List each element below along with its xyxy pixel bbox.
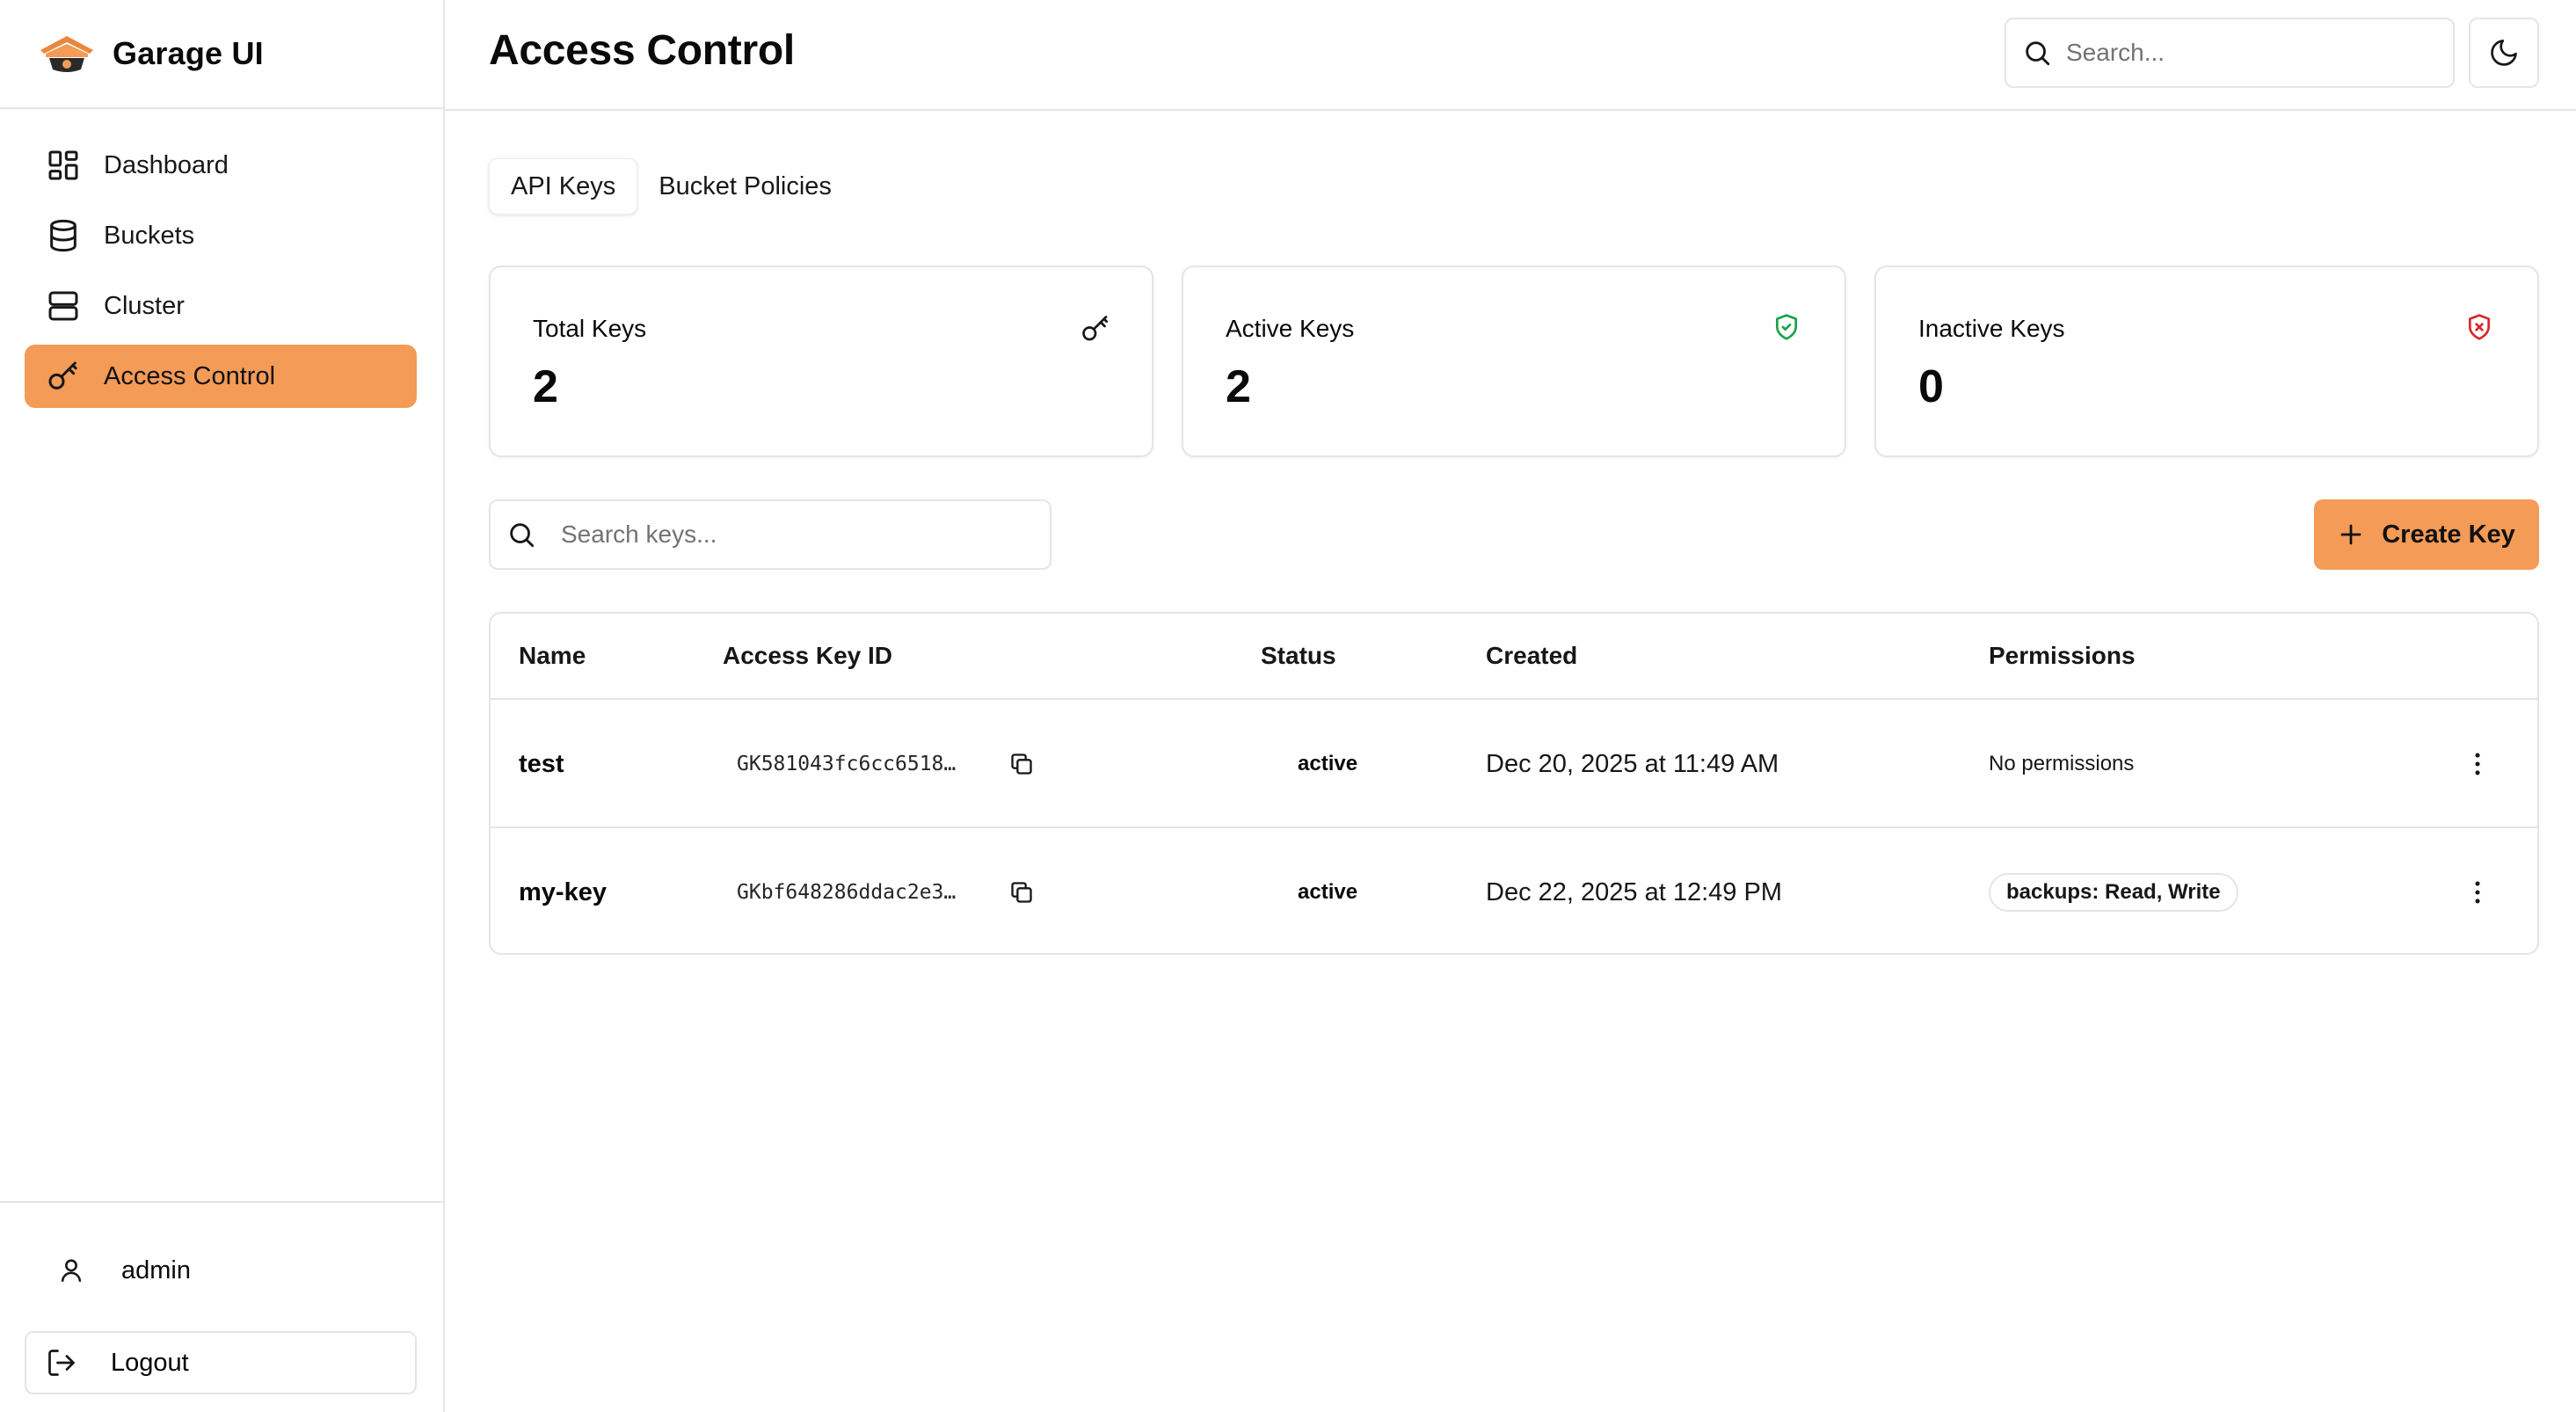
keys-search-input[interactable] [561,520,1050,549]
status-cell: active [1278,700,1377,828]
tab-bucket-policies[interactable]: Bucket Policies [637,158,853,215]
brand[interactable]: Garage UI [0,0,443,109]
shield-check-icon [1772,313,1804,345]
sidebar-item-buckets[interactable]: Buckets [25,204,417,267]
copy-icon[interactable] [1009,752,1034,776]
garage-logo-icon [37,31,97,76]
status-cell: active [1278,828,1377,953]
stat-label: Active Keys [1226,315,1355,342]
plus-icon [2338,521,2364,548]
status-badge: active [1298,752,1358,775]
sidebar-item-access-control[interactable]: Access Control [25,345,417,408]
stat-label: Inactive Keys [1918,315,2065,342]
copy-cell [1009,828,1039,953]
stat-card-total-keys: Total Keys 2 [489,266,1153,457]
stat-card-inactive-keys: Inactive Keys 0 [1874,266,2539,457]
sidebar-footer: admin Logout [0,1201,443,1412]
access-key-id: GK581043fc6cc6518… [737,753,957,775]
tab-api-keys[interactable]: API Keys [489,158,638,215]
server-icon [46,288,81,324]
sidebar-item-label: Access Control [104,361,276,390]
copy-cell [1009,700,1039,828]
logout-label: Logout [111,1348,189,1377]
app-root: Garage UI Dashboard Buckets Cluster Acce… [0,0,2576,1412]
created-date: Dec 20, 2025 at 11:49 AM [1486,749,1779,778]
app-name: Garage UI [113,35,264,71]
more-vertical-icon[interactable] [2463,877,2492,907]
database-icon [46,218,81,253]
stat-card-active-keys: Active Keys 2 [1182,266,1846,457]
access-key-id: GKbf648286ddac2e3… [737,881,957,904]
global-search-input[interactable] [2066,39,2453,67]
search-icon [2022,38,2052,68]
user-info: admin [56,1256,191,1285]
key-icon [46,359,81,394]
top-header: Access Control [445,0,2576,111]
theme-toggle-button[interactable] [2469,18,2539,88]
key-name: test [519,749,564,778]
sidebar-item-label: Cluster [104,291,185,320]
username: admin [121,1256,191,1285]
column-header-created: Created [1486,642,1578,669]
more-vertical-icon[interactable] [2463,749,2492,779]
table-row[interactable]: test GK581043fc6cc6518… active Dec 20, 2… [491,700,2537,828]
sidebar-item-dashboard[interactable]: Dashboard [25,134,417,197]
key-icon [1080,313,1111,345]
status-badge: active [1298,880,1358,904]
stat-value: 0 [1918,361,1944,412]
stat-value: 2 [1226,361,1251,412]
stat-value: 2 [533,361,558,412]
permissions-text: No permissions [1989,752,2135,775]
menu-cell [2460,700,2495,828]
keys-search[interactable] [489,499,1052,570]
table-header: Name Access Key ID Status Created Permis… [491,614,2537,700]
page-title: Access Control [489,27,795,74]
menu-cell [2460,828,2495,953]
sidebar-nav: Dashboard Buckets Cluster Access Control [25,134,417,415]
sidebar-item-label: Buckets [104,221,195,250]
created-date: Dec 22, 2025 at 12:49 PM [1486,877,1782,906]
create-key-label: Create Key [2382,520,2515,549]
global-search[interactable] [2005,18,2455,88]
shield-x-icon [2465,313,2497,345]
key-name: my-key [519,877,607,906]
sidebar-item-cluster[interactable]: Cluster [25,274,417,338]
column-header-permissions: Permissions [1989,642,2136,669]
column-header-access-key-id: Access Key ID [723,642,893,669]
search-icon [506,520,536,550]
sidebar: Garage UI Dashboard Buckets Cluster Acce… [0,0,445,1412]
dashboard-icon [46,148,81,183]
tab-list: API Keys Bucket Policies [489,155,853,218]
moon-icon [2488,37,2520,69]
table-row[interactable]: my-key GKbf648286ddac2e3… active Dec 22,… [491,828,2537,953]
user-icon [56,1256,86,1285]
logout-icon [46,1347,77,1379]
stat-label: Total Keys [533,315,647,342]
copy-icon[interactable] [1009,880,1034,905]
column-header-name: Name [519,642,586,669]
permissions-cell: backups: Read, Write [1989,828,2238,953]
logout-button[interactable]: Logout [25,1331,417,1394]
create-key-button[interactable]: Create Key [2314,499,2539,570]
sidebar-item-label: Dashboard [104,150,229,179]
permission-badge: backups: Read, Write [1989,873,2238,912]
column-header-status: Status [1261,642,1336,669]
keys-table: Name Access Key ID Status Created Permis… [489,612,2539,955]
